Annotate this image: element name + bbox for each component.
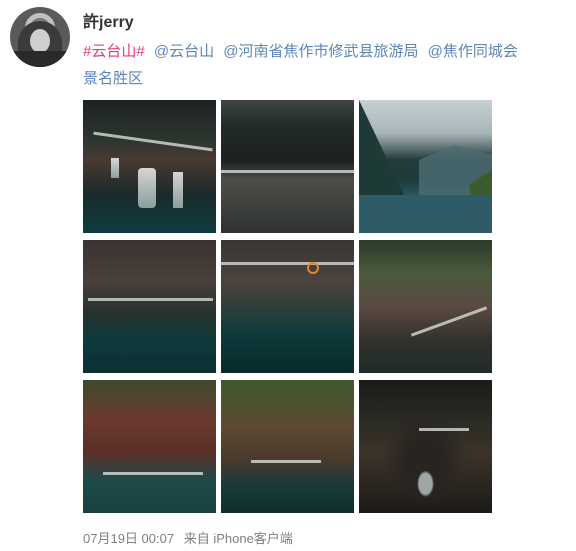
walkway [88, 298, 213, 301]
avatar-face [30, 29, 50, 53]
walkway [419, 428, 469, 431]
mention-yuntaishan[interactable]: @云台山 [154, 43, 214, 60]
photo-4[interactable] [83, 240, 216, 373]
photo-grid [83, 100, 496, 513]
walkway [221, 262, 354, 265]
mention-tourism-bureau[interactable]: @河南省焦作市修武县旅游局 [223, 43, 418, 60]
photo-9[interactable] [359, 380, 492, 513]
post-source: 来自 iPhone客户端 [183, 531, 293, 546]
photo-2[interactable] [221, 100, 354, 233]
waterfall [138, 168, 156, 208]
post-text: #云台山# @云台山 @河南省焦作市修武县旅游局 @焦作同城会 景名胜区 [83, 38, 568, 92]
waterfall [173, 172, 183, 208]
mention-jiaozuo-city-club[interactable]: @焦作同城会 [428, 43, 518, 60]
post-meta: 07月19日 00:07 来自 iPhone客户端 [83, 528, 299, 547]
walkway [93, 131, 213, 152]
waterfall [111, 158, 119, 178]
avatar[interactable] [10, 7, 70, 67]
mountain-shape [359, 100, 492, 233]
photo-5[interactable] [221, 240, 354, 373]
walkway [251, 460, 321, 463]
life-ring-icon [307, 262, 319, 274]
photo-6[interactable] [359, 240, 492, 373]
mention-scenic-area[interactable]: 景名胜区 [83, 70, 143, 87]
username[interactable]: 許jerry [83, 8, 134, 32]
photo-8[interactable] [221, 380, 354, 513]
walkway [221, 170, 354, 173]
walkway [103, 472, 203, 475]
post-date[interactable]: 07月19日 00:07 [83, 531, 174, 546]
avatar-shoulder [10, 51, 70, 67]
walkway [410, 306, 488, 337]
photo-3[interactable] [359, 100, 492, 233]
photo-7[interactable] [83, 380, 216, 513]
hashtag-yuntaishan[interactable]: #云台山# [83, 43, 145, 60]
photo-1[interactable] [83, 100, 216, 233]
